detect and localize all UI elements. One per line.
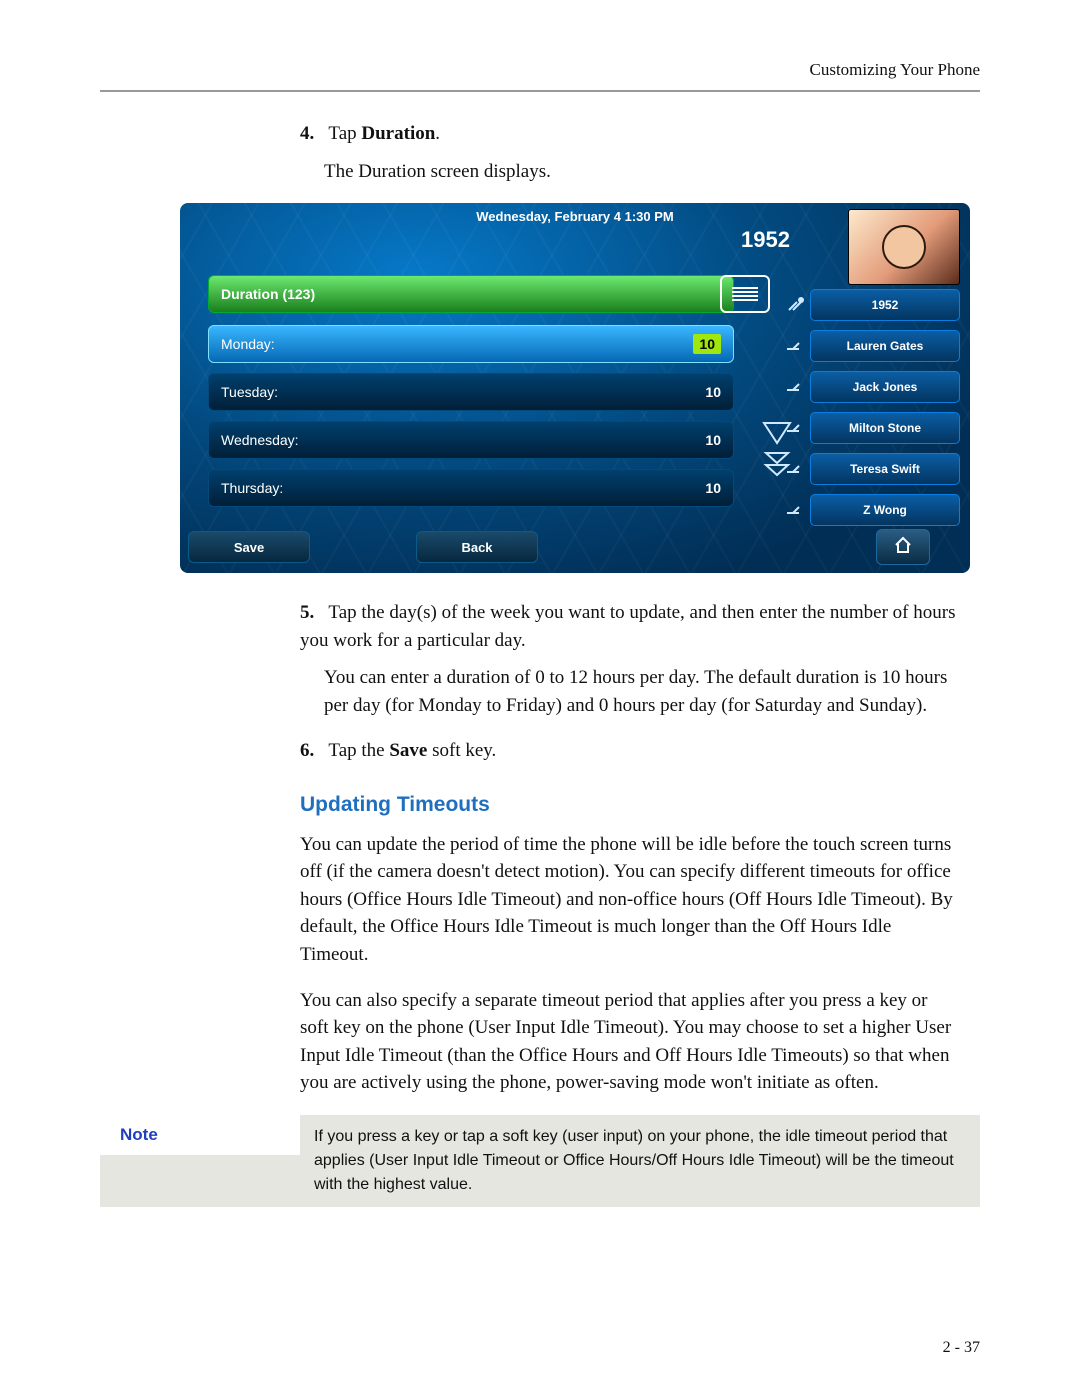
speed-dial-label: Teresa Swift xyxy=(850,462,920,476)
step-number: 5. xyxy=(300,599,324,627)
step-bold: Save xyxy=(389,740,427,761)
home-button[interactable] xyxy=(876,529,930,565)
day-row-tuesday[interactable]: Tuesday: 10 xyxy=(208,373,734,411)
softkey-back[interactable]: Back xyxy=(416,531,538,563)
softkey-label: Save xyxy=(234,540,264,555)
step-text-tail: . xyxy=(435,123,440,144)
speed-dial-label: Lauren Gates xyxy=(847,339,924,353)
speed-dial-label: Milton Stone xyxy=(849,421,921,435)
speed-dial-label: Z Wong xyxy=(863,503,907,517)
step-5-followup: You can enter a duration of 0 to 12 hour… xyxy=(324,664,960,719)
speed-dial-label: 1952 xyxy=(872,298,899,312)
section-paragraph-2: You can also specify a separate timeout … xyxy=(300,987,960,1097)
phone-screenshot: Wednesday, February 4 1:30 PM 1952 Durat… xyxy=(180,203,960,573)
note-label: Note xyxy=(100,1115,300,1155)
step-number: 6. xyxy=(300,737,324,765)
day-value: 10 xyxy=(705,480,721,496)
day-label: Tuesday: xyxy=(221,384,278,400)
presence-icon xyxy=(785,335,805,355)
manual-page: Customizing Your Phone 4. Tap Duration. … xyxy=(0,0,1080,1397)
day-label: Monday: xyxy=(221,336,275,352)
step-6: 6. Tap the Save soft key. xyxy=(300,737,960,765)
phone-screen: Wednesday, February 4 1:30 PM 1952 Durat… xyxy=(180,203,970,573)
softkey-label: Back xyxy=(461,540,492,555)
section-paragraph-1: You can update the period of time the ph… xyxy=(300,831,960,969)
horizontal-rule xyxy=(100,90,980,92)
step-text-tail: soft key. xyxy=(427,740,496,761)
step-text: Tap xyxy=(328,123,361,144)
day-value: 10 xyxy=(705,384,721,400)
avatar-face xyxy=(882,225,926,269)
avatar xyxy=(848,209,960,285)
presence-icon xyxy=(785,376,805,396)
panel-header[interactable]: Duration (123) xyxy=(208,275,734,313)
speed-dial-jack[interactable]: Jack Jones xyxy=(810,371,960,403)
day-row-thursday[interactable]: Thursday: 10 xyxy=(208,469,734,507)
day-value: 10 xyxy=(705,432,721,448)
step-number: 4. xyxy=(300,120,324,148)
speed-dial-zwong[interactable]: Z Wong xyxy=(810,494,960,526)
day-label: Wednesday: xyxy=(221,432,299,448)
step-text: Tap the day(s) of the week you want to u… xyxy=(300,602,955,651)
day-row-wednesday[interactable]: Wednesday: 10 xyxy=(208,421,734,459)
panel-header-label: Duration (123) xyxy=(221,286,315,302)
presence-icon xyxy=(785,417,805,437)
speed-dial-lauren[interactable]: Lauren Gates xyxy=(810,330,960,362)
speed-dial-1952[interactable]: 1952 xyxy=(810,289,960,321)
step-text: Tap the xyxy=(328,740,389,761)
body-column: 4. Tap Duration. The Duration screen dis… xyxy=(300,120,960,1097)
step-5: 5. Tap the day(s) of the week you want t… xyxy=(300,599,960,654)
softkey-save[interactable]: Save xyxy=(188,531,310,563)
presence-icon xyxy=(785,499,805,519)
day-row-monday[interactable]: Monday: 10 xyxy=(208,325,734,363)
speed-dial-column: 1952 Lauren Gates Jack Jones Milton Ston… xyxy=(810,289,960,535)
step-4-followup: The Duration screen displays. xyxy=(324,158,960,186)
section-heading: Updating Timeouts xyxy=(300,793,960,817)
presence-icon xyxy=(785,458,805,478)
softkey-bar: Save Back xyxy=(188,531,962,565)
step-bold: Duration xyxy=(361,123,435,144)
keyboard-icon[interactable] xyxy=(720,275,770,313)
day-value: 10 xyxy=(693,334,721,354)
note-body: If you press a key or tap a soft key (us… xyxy=(300,1115,980,1207)
running-head: Customizing Your Phone xyxy=(100,60,980,80)
day-label: Thursday: xyxy=(221,480,283,496)
speed-dial-label: Jack Jones xyxy=(853,380,918,394)
speed-dial-milton[interactable]: Milton Stone xyxy=(810,412,960,444)
note-block: Note If you press a key or tap a soft ke… xyxy=(100,1115,980,1207)
extension-number: 1952 xyxy=(741,227,790,253)
presence-icon xyxy=(785,294,805,314)
speed-dial-teresa[interactable]: Teresa Swift xyxy=(810,453,960,485)
home-icon xyxy=(893,535,913,560)
page-number: 2 - 37 xyxy=(943,1339,980,1357)
step-4: 4. Tap Duration. xyxy=(300,120,960,148)
